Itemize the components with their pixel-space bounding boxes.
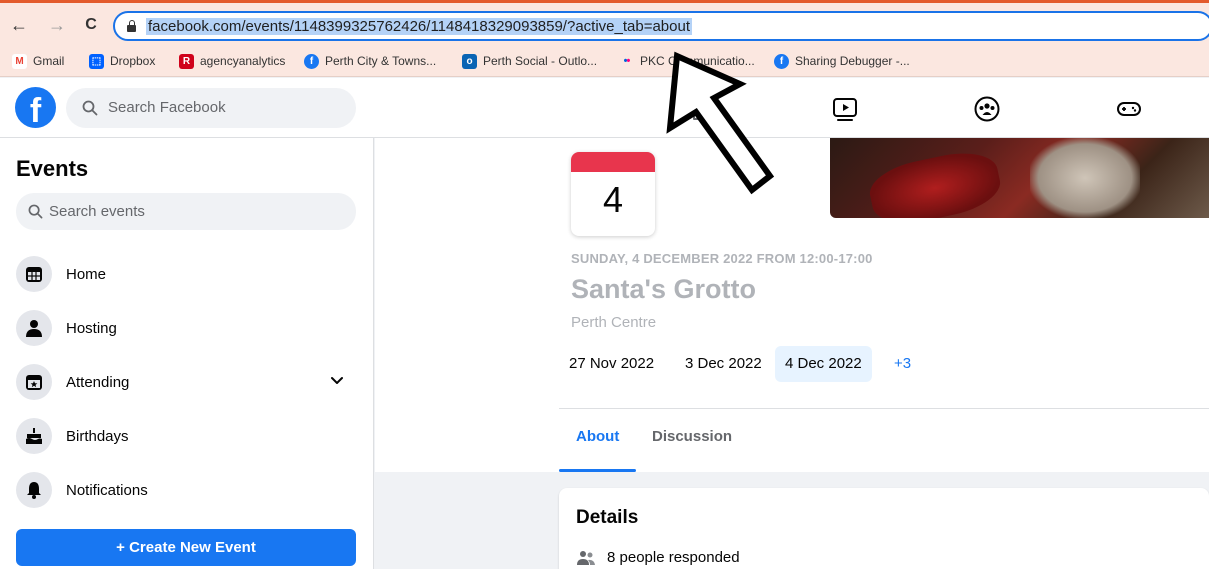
- reload-button[interactable]: C: [80, 14, 102, 36]
- lock-icon[interactable]: [127, 20, 136, 32]
- bookmark-perth-city-towns[interactable]: f Perth City & Towns...: [304, 52, 436, 70]
- sidebar-item-hosting[interactable]: Hosting: [16, 306, 356, 350]
- sidebar-item-notifications[interactable]: Notifications: [16, 468, 356, 512]
- search-icon: [28, 204, 43, 219]
- facebook-icon: f: [304, 53, 319, 69]
- address-bar[interactable]: facebook.com/events/1148399325762426/114…: [113, 11, 1209, 41]
- date-option-selected[interactable]: 4 Dec 2022: [775, 346, 872, 382]
- flickr-icon: • •: [623, 55, 631, 67]
- facebook-header: f Search Facebook: [0, 78, 1209, 138]
- bookmarks-bar: M Gmail ⬚ Dropbox R agencyanalytics f Pe…: [0, 44, 1209, 77]
- calendar-date-icon: 4: [571, 152, 655, 236]
- back-button[interactable]: ←: [8, 14, 30, 36]
- bookmark-gmail[interactable]: M Gmail: [12, 52, 64, 70]
- event-cover-photo[interactable]: [830, 138, 1209, 218]
- watch-icon[interactable]: [832, 96, 858, 122]
- calendar-grid-icon: [16, 256, 52, 292]
- facebook-logo[interactable]: f: [15, 87, 56, 128]
- more-dates-button[interactable]: +3: [894, 346, 911, 382]
- events-sidebar: Events Search events Home Hosting Attend…: [0, 138, 374, 569]
- event-header-card: 4 SUNDAY, 4 DECEMBER 2022 FROM 12:00-17:…: [375, 138, 1209, 472]
- sidebar-item-label: Birthdays: [66, 427, 129, 445]
- bookmark-perth-social-outlook[interactable]: o Perth Social - Outlo...: [462, 52, 597, 70]
- tab-about[interactable]: About: [576, 428, 619, 445]
- forward-button[interactable]: →: [46, 14, 68, 36]
- sidebar-item-label: Home: [66, 265, 107, 283]
- cake-icon: [16, 418, 52, 454]
- details-heading: Details: [576, 507, 639, 528]
- date-option[interactable]: 3 Dec 2022: [675, 346, 772, 382]
- annotation-arrow-icon: [666, 51, 775, 195]
- sidebar-item-home[interactable]: Home: [16, 252, 356, 296]
- responded-count[interactable]: 8 people responded: [576, 549, 740, 566]
- create-event-button[interactable]: + Create New Event: [16, 529, 356, 566]
- agencyanalytics-icon: R: [179, 53, 194, 69]
- event-title: Santa's Grotto: [571, 274, 756, 304]
- bookmark-agencyanalytics[interactable]: R agencyanalytics: [179, 52, 285, 70]
- bookmark-dropbox[interactable]: ⬚ Dropbox: [89, 52, 155, 70]
- sidebar-item-label: Hosting: [66, 319, 117, 337]
- divider: [559, 408, 1209, 409]
- date-option[interactable]: 27 Nov 2022: [559, 346, 664, 382]
- bell-icon: [16, 472, 52, 508]
- people-icon: [577, 550, 595, 565]
- outlook-icon: o: [462, 53, 477, 69]
- sidebar-title: Events: [16, 156, 89, 181]
- bookmark-sharing-debugger[interactable]: f Sharing Debugger -...: [774, 52, 910, 70]
- calendar-star-icon: [16, 364, 52, 400]
- tab-discussion[interactable]: Discussion: [652, 428, 732, 445]
- active-tab-indicator: [559, 469, 636, 472]
- events-search-input[interactable]: Search events: [16, 193, 356, 230]
- browser-toolbar: ← → C facebook.com/events/11483993257624…: [0, 0, 1209, 44]
- url-text[interactable]: facebook.com/events/1148399325762426/114…: [146, 18, 692, 35]
- gmail-icon: M: [12, 53, 27, 69]
- groups-icon[interactable]: [974, 96, 1000, 122]
- person-icon: [16, 310, 52, 346]
- facebook-search-input[interactable]: Search Facebook: [66, 88, 356, 128]
- dropbox-icon: ⬚: [89, 53, 104, 69]
- chevron-down-icon[interactable]: [330, 374, 344, 388]
- event-date-time: SUNDAY, 4 DECEMBER 2022 FROM 12:00-17:00: [571, 251, 873, 266]
- gaming-icon[interactable]: [1116, 96, 1142, 122]
- sidebar-item-label: Attending: [66, 373, 130, 391]
- event-day-number: 4: [602, 179, 624, 220]
- details-card: Details 8 people responded: [559, 488, 1209, 569]
- event-location[interactable]: Perth Centre: [571, 314, 656, 331]
- sidebar-item-birthdays[interactable]: Birthdays: [16, 414, 356, 458]
- sidebar-item-label: Notifications: [66, 481, 148, 499]
- sidebar-item-attending[interactable]: Attending: [16, 360, 356, 404]
- search-icon: [82, 100, 98, 116]
